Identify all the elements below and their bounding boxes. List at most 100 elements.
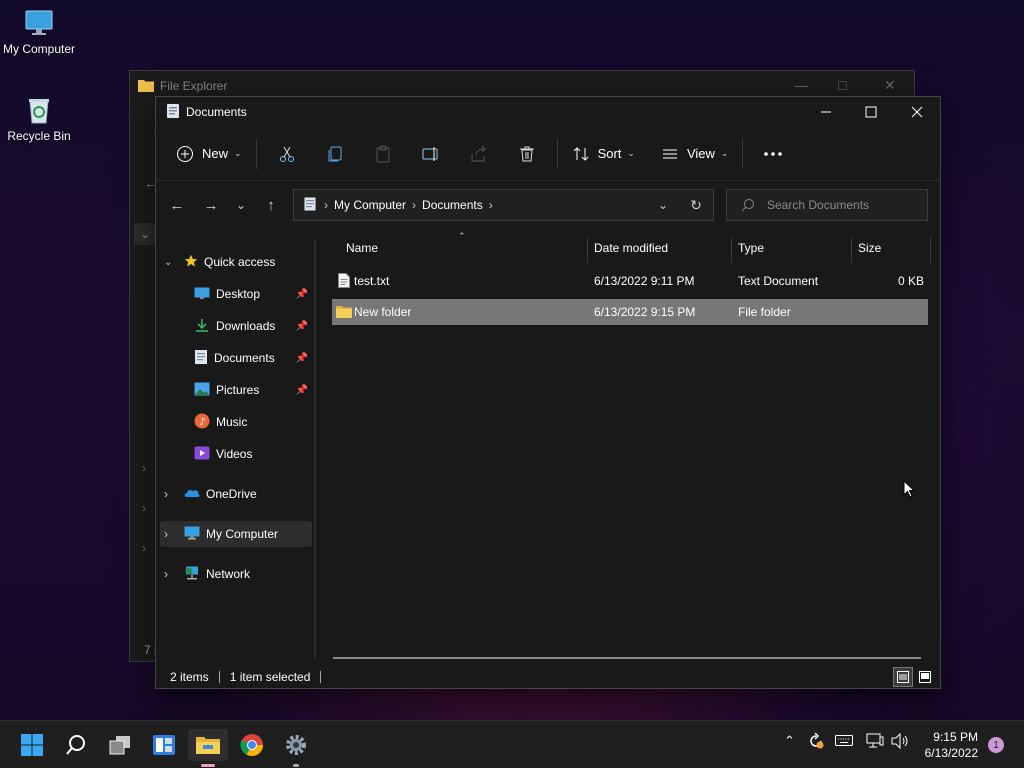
sidebar-item-onedrive[interactable]: › OneDrive — [164, 481, 314, 507]
details-view-button[interactable] — [893, 667, 913, 687]
chrome-button[interactable] — [232, 729, 272, 761]
chevron-right-icon[interactable]: › — [142, 541, 146, 555]
document-icon — [166, 103, 180, 122]
music-icon: ♪ — [194, 413, 210, 432]
divider — [742, 138, 744, 169]
search-input[interactable]: Search Documents — [726, 189, 928, 221]
system-clock[interactable]: 9:15 PM 6/13/2022 — [925, 729, 978, 761]
column-divider[interactable] — [851, 237, 852, 263]
copy-button[interactable] — [311, 137, 359, 171]
chevron-down-icon[interactable]: ⌄ — [647, 198, 679, 212]
up-button[interactable]: ↑ — [254, 189, 288, 221]
chevron-right-icon: › — [164, 567, 168, 581]
close-icon[interactable]: ✕ — [884, 77, 896, 94]
title-bar[interactable]: Documents — [156, 97, 940, 127]
chevron-right-icon: › — [164, 487, 168, 501]
chevron-right-icon[interactable]: › — [412, 198, 416, 212]
pin-icon[interactable]: 📌 — [296, 289, 308, 300]
recycle-bin-icon — [24, 95, 54, 125]
sidebar-item-quick-access[interactable]: ⌄ Quick access — [164, 249, 314, 275]
file-size: 0 KB — [897, 274, 924, 288]
column-header-date[interactable]: Date modified — [594, 241, 668, 255]
breadcrumb-documents[interactable]: Documents — [422, 198, 483, 212]
chevron-down-icon[interactable]: ⌄ — [134, 223, 156, 245]
clock-time: 9:15 PM — [933, 730, 978, 744]
desktop-icon-recycle-bin[interactable]: Recycle Bin — [0, 95, 78, 143]
view-button[interactable]: View ⌄ — [653, 137, 737, 171]
sidebar-item-my-computer[interactable]: › My Computer — [160, 521, 312, 547]
details-view-icon — [897, 671, 909, 683]
column-divider[interactable] — [731, 237, 732, 263]
chevron-right-icon[interactable]: › — [142, 461, 146, 475]
pin-icon[interactable]: 📌 — [296, 321, 308, 332]
file-row[interactable]: New folder 6/13/2022 9:15 PM File folder — [332, 299, 928, 325]
back-button[interactable]: ← — [160, 189, 194, 221]
forward-button[interactable]: → — [194, 189, 228, 221]
maximize-icon — [865, 106, 877, 118]
share-button[interactable] — [455, 137, 503, 171]
column-header-name[interactable]: Name — [346, 241, 378, 255]
more-options-button[interactable] — [749, 137, 797, 171]
chevron-down-icon: ⌄ — [234, 148, 242, 158]
pin-icon[interactable]: 📌 — [296, 353, 308, 364]
network-status-icon[interactable] — [866, 733, 884, 752]
sidebar-item-documents[interactable]: Documents 📌 — [194, 345, 314, 371]
delete-button[interactable] — [503, 137, 551, 171]
recent-locations-button[interactable]: ⌄ — [228, 189, 254, 221]
maximize-button[interactable] — [848, 97, 894, 127]
explorer-window[interactable]: Documents New ⌄ Sort ⌄ View ⌄ ← → ⌄ ↑ › … — [155, 96, 941, 689]
close-button[interactable] — [894, 97, 940, 127]
task-view-icon — [109, 736, 130, 755]
minimize-icon[interactable]: — — [794, 77, 808, 93]
chevron-right-icon[interactable]: › — [142, 501, 146, 515]
file-list: ⌃ Name Date modified Type Size test.txt … — [316, 229, 940, 659]
pin-icon[interactable]: 📌 — [296, 385, 308, 396]
sidebar-item-network[interactable]: › Network — [164, 561, 314, 587]
search-icon — [741, 199, 754, 212]
sidebar-item-downloads[interactable]: Downloads 📌 — [194, 313, 314, 339]
desktop-icon-my-computer[interactable]: My Computer — [0, 8, 78, 56]
sidebar-item-pictures[interactable]: Pictures 📌 — [194, 377, 314, 403]
widgets-icon — [153, 735, 175, 755]
address-bar[interactable]: › My Computer › Documents › ⌄ ↻ — [293, 189, 714, 221]
chevron-right-icon[interactable]: › — [324, 198, 328, 212]
sidebar-item-videos[interactable]: Videos — [194, 441, 314, 467]
file-row[interactable]: test.txt 6/13/2022 9:11 PM Text Document… — [332, 268, 928, 294]
sidebar-item-desktop[interactable]: Desktop 📌 — [194, 281, 314, 307]
network-icon — [184, 566, 200, 583]
keyboard-icon[interactable] — [835, 733, 853, 750]
column-header-size[interactable]: Size — [858, 241, 881, 255]
tiles-view-button[interactable] — [915, 667, 935, 687]
column-header-type[interactable]: Type — [738, 241, 764, 255]
file-explorer-taskbar-button[interactable] — [188, 729, 228, 767]
start-button[interactable] — [12, 729, 52, 761]
rename-button[interactable] — [407, 137, 455, 171]
widgets-button[interactable] — [144, 729, 184, 761]
arrow-up-icon: ↑ — [267, 196, 275, 214]
sort-button[interactable]: Sort ⌄ — [564, 137, 643, 171]
cut-button[interactable] — [263, 137, 311, 171]
column-divider[interactable] — [930, 237, 931, 263]
chevron-up-icon[interactable]: ⌃ — [784, 733, 795, 749]
volume-icon[interactable] — [890, 732, 910, 752]
taskbar: ⌃ 9:15 PM 6/13/2022 1 — [0, 720, 1024, 768]
desktop-icon-label: Recycle Bin — [7, 129, 71, 143]
paste-button[interactable] — [359, 137, 407, 171]
task-view-button[interactable] — [100, 729, 140, 761]
minimize-button[interactable] — [803, 97, 849, 127]
refresh-icon[interactable]: ↻ — [679, 197, 713, 214]
column-divider[interactable] — [587, 237, 588, 263]
settings-button[interactable] — [276, 729, 316, 767]
breadcrumb-my-computer[interactable]: My Computer — [334, 198, 406, 212]
horizontal-scrollbar[interactable] — [333, 657, 921, 659]
notification-badge[interactable]: 1 — [988, 737, 1004, 753]
maximize-icon[interactable]: □ — [838, 77, 846, 93]
sidebar-label: Quick access — [204, 255, 276, 269]
sidebar-label: Pictures — [216, 383, 260, 397]
desktop-icon-label: My Computer — [2, 42, 76, 56]
search-button[interactable] — [56, 729, 96, 761]
sidebar-item-music[interactable]: ♪ Music — [194, 409, 314, 435]
new-button[interactable]: New ⌄ — [168, 137, 250, 171]
update-icon[interactable] — [808, 732, 824, 752]
chevron-right-icon[interactable]: › — [489, 198, 493, 212]
